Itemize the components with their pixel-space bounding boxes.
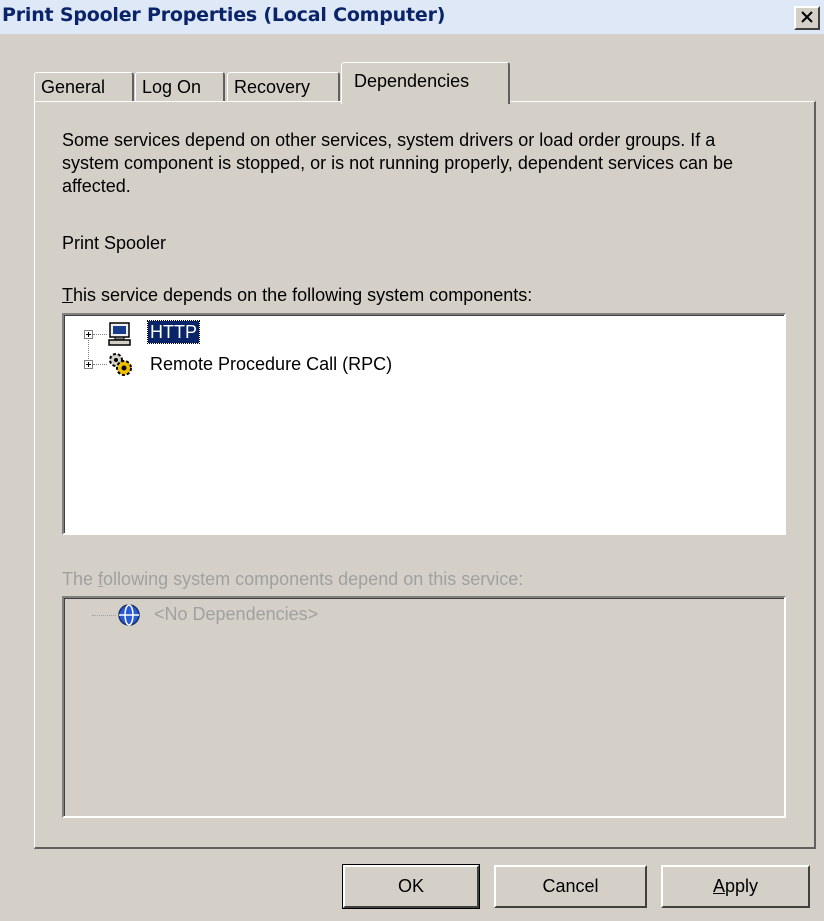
depends-on-label: This service depends on the following sy… xyxy=(62,285,533,305)
tab-dependencies[interactable]: Dependencies xyxy=(341,62,510,104)
globe-icon xyxy=(118,604,140,626)
close-button[interactable] xyxy=(794,6,820,30)
title-bar[interactable]: Print Spooler Properties (Local Computer… xyxy=(0,0,824,34)
depends-on-tree[interactable]: HTTP Remote Procedure Call (RPC) xyxy=(62,313,786,535)
gears-icon xyxy=(109,353,132,376)
tab-label: Dependencies xyxy=(354,71,470,91)
expand-icon[interactable] xyxy=(84,330,93,339)
tree-line xyxy=(93,334,107,335)
service-name: Print Spooler xyxy=(62,233,167,253)
window-title: Print Spooler Properties (Local Computer… xyxy=(2,4,446,26)
tree-line xyxy=(93,364,107,365)
dependents-label: The following system components depend o… xyxy=(62,569,524,589)
cancel-button[interactable]: Cancel xyxy=(494,865,647,908)
dependents-tree: <No Dependencies> xyxy=(62,596,786,818)
tab-recovery[interactable]: Recovery xyxy=(227,72,340,102)
tree-line xyxy=(92,615,116,616)
tab-label: Recovery xyxy=(234,77,311,97)
tab-log-on[interactable]: Log On xyxy=(135,72,225,102)
tab-general[interactable]: General xyxy=(34,72,134,102)
dependencies-description: Some services depend on other services, … xyxy=(62,130,734,196)
computer-icon xyxy=(108,322,131,346)
expand-icon[interactable] xyxy=(84,360,93,369)
tree-node-label[interactable]: HTTP xyxy=(147,320,200,344)
tree-node-label[interactable]: Remote Procedure Call (RPC) xyxy=(150,353,392,375)
ok-button[interactable]: OK xyxy=(342,864,480,909)
tab-label: General xyxy=(41,77,106,97)
tree-node-label: <No Dependencies> xyxy=(154,604,319,624)
apply-button[interactable]: Apply xyxy=(661,865,810,908)
close-icon xyxy=(801,11,813,23)
properties-dialog: Print Spooler Properties (Local Computer… xyxy=(0,0,824,921)
tab-label: Log On xyxy=(142,77,202,97)
